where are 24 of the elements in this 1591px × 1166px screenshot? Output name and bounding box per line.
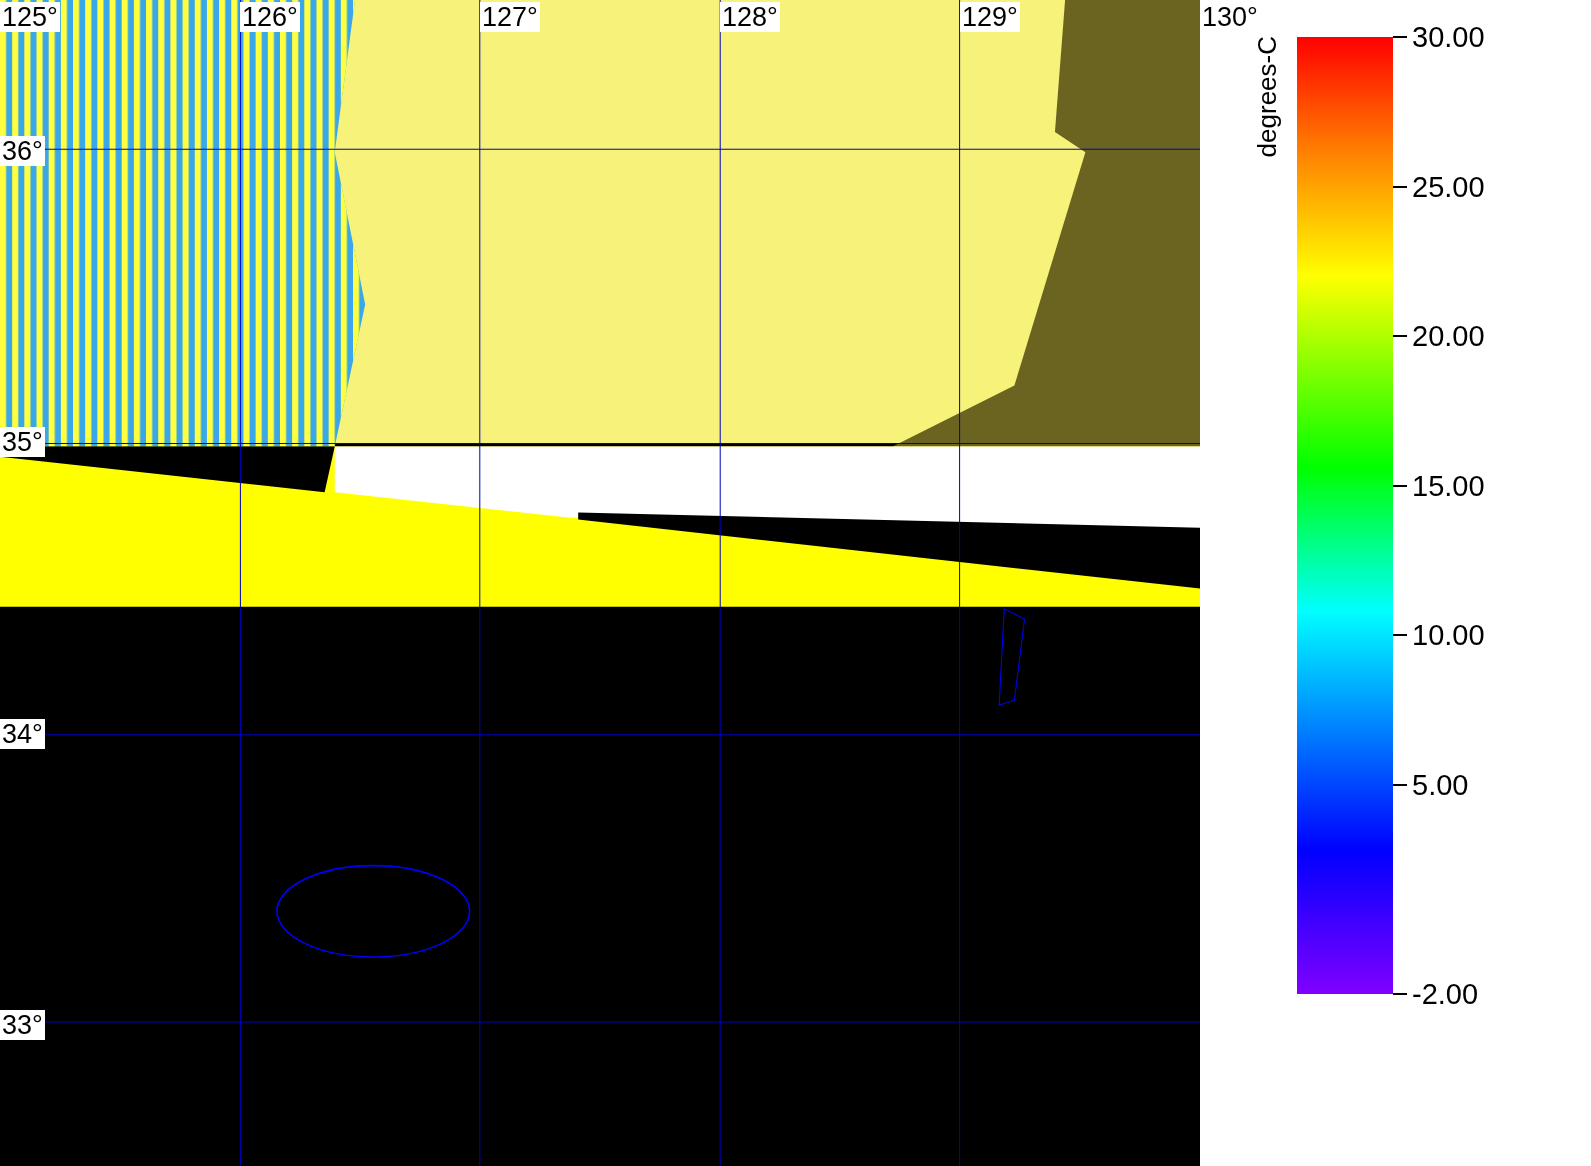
tick-label: 5.00: [1412, 768, 1469, 801]
longitude-label: 126°: [240, 2, 300, 32]
tick-mark: [1393, 484, 1407, 487]
tick-label: 25.00: [1412, 170, 1485, 203]
tick-mark: [1393, 335, 1407, 338]
tick-label: 20.00: [1412, 320, 1485, 353]
tick-mark: [1393, 36, 1407, 38]
tick-mark: [1393, 185, 1407, 188]
tick-mark: [1393, 783, 1407, 786]
longitude-label: 129°: [960, 2, 1020, 32]
tick-label: 15.00: [1412, 469, 1485, 502]
tick-label: 10.00: [1412, 619, 1485, 652]
tick-label: -2.00: [1412, 978, 1479, 1010]
longitude-label: 128°: [720, 2, 780, 32]
longitude-label: 125°: [0, 2, 60, 32]
longitude-label: 127°: [480, 2, 540, 32]
tick-mark: [1393, 634, 1407, 637]
tick-mark: [1393, 993, 1407, 995]
latitude-label: 35°: [0, 427, 45, 458]
legend-title: degrees-C: [1252, 36, 1283, 158]
latitude-label: 33°: [0, 1009, 45, 1040]
tick-label: 30.00: [1412, 21, 1485, 53]
latitude-label: 34°: [0, 718, 45, 749]
latitude-label: 36°: [0, 136, 45, 167]
